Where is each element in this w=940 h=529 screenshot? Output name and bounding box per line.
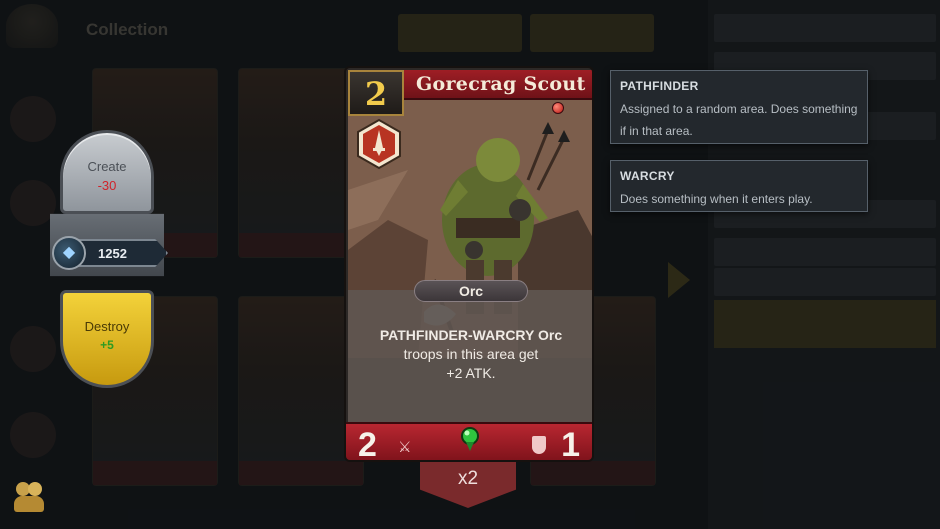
destroy-button[interactable]: Destroy +5 [60, 290, 154, 388]
keyword-title: PATHFINDER [620, 79, 699, 93]
health-value: 1 [561, 426, 580, 462]
card-cost: 2 [364, 75, 388, 113]
class-badge-icon [356, 118, 402, 170]
destroy-gain: +5 [100, 338, 114, 352]
sword-icon: ⚔ [398, 439, 412, 456]
create-cost: -30 [97, 178, 117, 193]
craft-widget: Create -30 ◆ 1252 Destroy +5 [46, 130, 186, 390]
stat-bar: 2 ⚔ 1 [346, 422, 592, 462]
characters-icon[interactable] [14, 480, 46, 514]
create-button[interactable]: Create -30 [60, 130, 154, 214]
card-name-bar: Gorecrag Scout [404, 70, 592, 100]
faction-gem-icon [460, 426, 480, 452]
keyword-tooltip-warcry: WARCRY Does something when it enters pla… [610, 160, 868, 212]
tribe-label: Orc [414, 280, 528, 302]
card-name: Gorecrag Scout [416, 73, 586, 95]
shard-balance: ◆ 1252 [46, 234, 178, 272]
card-text-box: PATHFINDER-WARCRY Orc troops in this are… [348, 290, 592, 422]
card-detail: 2 Gorecrag Scout PATHFINDER-WARCRY Orc t… [344, 66, 594, 462]
keyword-tooltip-pathfinder: PATHFINDER Assigned to a random area. Do… [610, 70, 868, 144]
destroy-label: Destroy [84, 319, 130, 334]
keyword-title: WARCRY [620, 169, 675, 183]
crafting-shard-icon: ◆ [52, 236, 86, 270]
card-text-body: troops in this area get +2 ATK. [403, 346, 539, 381]
shard-count: 1252 [98, 246, 127, 261]
shield-icon [532, 436, 546, 454]
keyword-description: Does something when it enters play. [620, 192, 813, 206]
rarity-gem-icon [552, 102, 564, 114]
copies-count: x2 [457, 468, 479, 489]
card-cost-box: 2 [348, 70, 404, 116]
keyword-description: Assigned to a random area. Does somethin… [620, 102, 858, 138]
create-label: Create [87, 159, 127, 174]
card-text: PATHFINDER-WARCRY Orc troops in this are… [348, 326, 592, 383]
card-text-keywords: PATHFINDER-WARCRY Orc [379, 327, 563, 343]
attack-value: 2 [358, 426, 377, 462]
